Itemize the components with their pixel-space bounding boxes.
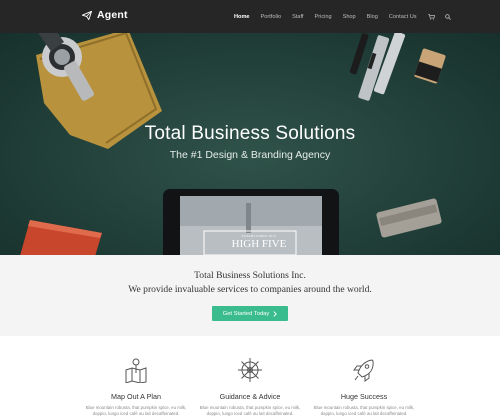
nav-item-blog[interactable]: Blog xyxy=(367,14,378,20)
search-icon[interactable] xyxy=(444,13,451,20)
nav-item-portfolio[interactable]: Portfolio xyxy=(261,14,282,20)
nav-item-staff[interactable]: Staff xyxy=(292,14,303,20)
intro-heading: Total Business Solutions Inc. xyxy=(194,270,306,281)
hero-subtitle: The #1 Design & Branding Agency xyxy=(169,149,331,161)
nav-item-pricing[interactable]: Pricing xyxy=(314,14,331,20)
top-navbar: Agent Home Portfolio Staff Pricing Shop … xyxy=(0,0,500,33)
map-pin-icon xyxy=(125,358,147,383)
feature-text: Blue mountain robusta, that pumpkin spic… xyxy=(199,405,301,416)
intro-tagline: We provide invaluable services to compan… xyxy=(128,284,372,295)
brand-logo[interactable]: Agent xyxy=(82,9,128,21)
rocket-icon xyxy=(353,359,374,382)
get-started-label: Get Started Today xyxy=(222,310,270,317)
feature-title: Guidance & Advice xyxy=(219,392,281,401)
stapler-illustration xyxy=(376,198,442,238)
tablet-main-text: HIGH FIVE xyxy=(231,238,287,250)
red-book-illustration xyxy=(20,220,102,255)
feature-title: Huge Success xyxy=(340,392,388,401)
cart-icon[interactable] xyxy=(427,13,435,20)
get-started-button[interactable]: Get Started Today xyxy=(212,306,288,321)
pens-illustration xyxy=(349,33,406,101)
main-menu: Home Portfolio Staff Pricing Shop Blog C… xyxy=(234,0,461,33)
eraser-illustration xyxy=(414,48,446,84)
paper-plane-icon xyxy=(82,10,92,20)
ship-wheel-icon xyxy=(238,358,262,382)
brand-name: Agent xyxy=(97,9,128,21)
hero-title: Total Business Solutions xyxy=(144,123,356,144)
nav-item-shop[interactable]: Shop xyxy=(343,14,356,20)
chevron-right-icon xyxy=(273,310,278,317)
tablet-screen-text: ESTABLISHED 2010 HIGH FIVE xyxy=(214,234,304,250)
nav-item-home[interactable]: Home xyxy=(234,14,250,20)
feature-title: Map Out A Plan xyxy=(111,392,161,401)
nav-item-contact[interactable]: Contact Us xyxy=(389,14,417,20)
feature-text: Blue mountain robusta, that pumpkin spic… xyxy=(85,405,187,416)
feature-text: Blue mountain robusta, that pumpkin spic… xyxy=(313,405,415,416)
hero-banner: ESTABLISHED 2010 HIGH FIVE Total Busines… xyxy=(0,33,500,255)
intro-section: Total Business Solutions Inc. We provide… xyxy=(0,255,500,336)
features-section: Map Out A Plan Blue mountain robusta, th… xyxy=(0,336,500,418)
